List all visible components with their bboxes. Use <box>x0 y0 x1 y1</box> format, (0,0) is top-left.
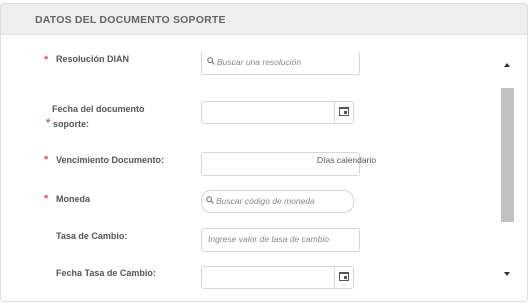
tasa-cambio-label: Tasa de Cambio: <box>56 231 128 241</box>
resolucion-placeholder: Buscar una resolución <box>217 57 302 67</box>
moneda-placeholder: Buscar código de moneda <box>216 196 315 206</box>
fecha-tasa-calendar-button[interactable] <box>334 267 353 288</box>
dias-calendario-label: Días calendario <box>317 155 377 165</box>
fecha-documento-label-line2: soporte: <box>53 119 89 129</box>
scroll-up-arrow-icon[interactable] <box>504 63 510 67</box>
vencimiento-label: Vencimiento Documento: <box>56 155 165 165</box>
fecha-tasa-label: Fecha Tasa de Cambio: <box>56 268 156 278</box>
scroll-down-arrow-icon[interactable] <box>504 272 510 276</box>
required-marker: * <box>44 154 49 166</box>
panel-header: DATOS DEL DOCUMENTO SOPORTE <box>1 4 527 35</box>
required-marker: * <box>44 54 49 66</box>
vertical-scrollbar[interactable] <box>499 56 516 286</box>
search-icon <box>206 196 214 206</box>
document-support-panel: DATOS DEL DOCUMENTO SOPORTE * Resolución… <box>0 3 528 302</box>
moneda-label: Moneda <box>56 194 91 204</box>
required-marker: * <box>46 117 51 129</box>
required-marker: * <box>44 193 49 205</box>
calendar-icon <box>339 107 349 116</box>
tasa-cambio-placeholder: Ingrese valor de tasa de cambio <box>208 234 329 244</box>
calendar-icon <box>339 272 349 281</box>
search-icon <box>207 57 215 67</box>
panel-title: DATOS DEL DOCUMENTO SOPORTE <box>35 14 226 26</box>
scrollbar-thumb[interactable] <box>501 88 514 222</box>
fecha-documento-calendar-button[interactable] <box>334 102 353 123</box>
resolucion-search-input[interactable]: Buscar una resolución <box>201 52 360 75</box>
tasa-cambio-input[interactable]: Ingrese valor de tasa de cambio <box>201 228 360 252</box>
moneda-search-input[interactable]: Buscar código de moneda <box>201 190 354 213</box>
fecha-tasa-input[interactable] <box>201 266 354 289</box>
fecha-documento-label-line1: Fecha del documento <box>52 104 145 114</box>
fecha-documento-input[interactable] <box>201 101 354 124</box>
resolucion-label: Resolución DIAN <box>56 54 130 64</box>
